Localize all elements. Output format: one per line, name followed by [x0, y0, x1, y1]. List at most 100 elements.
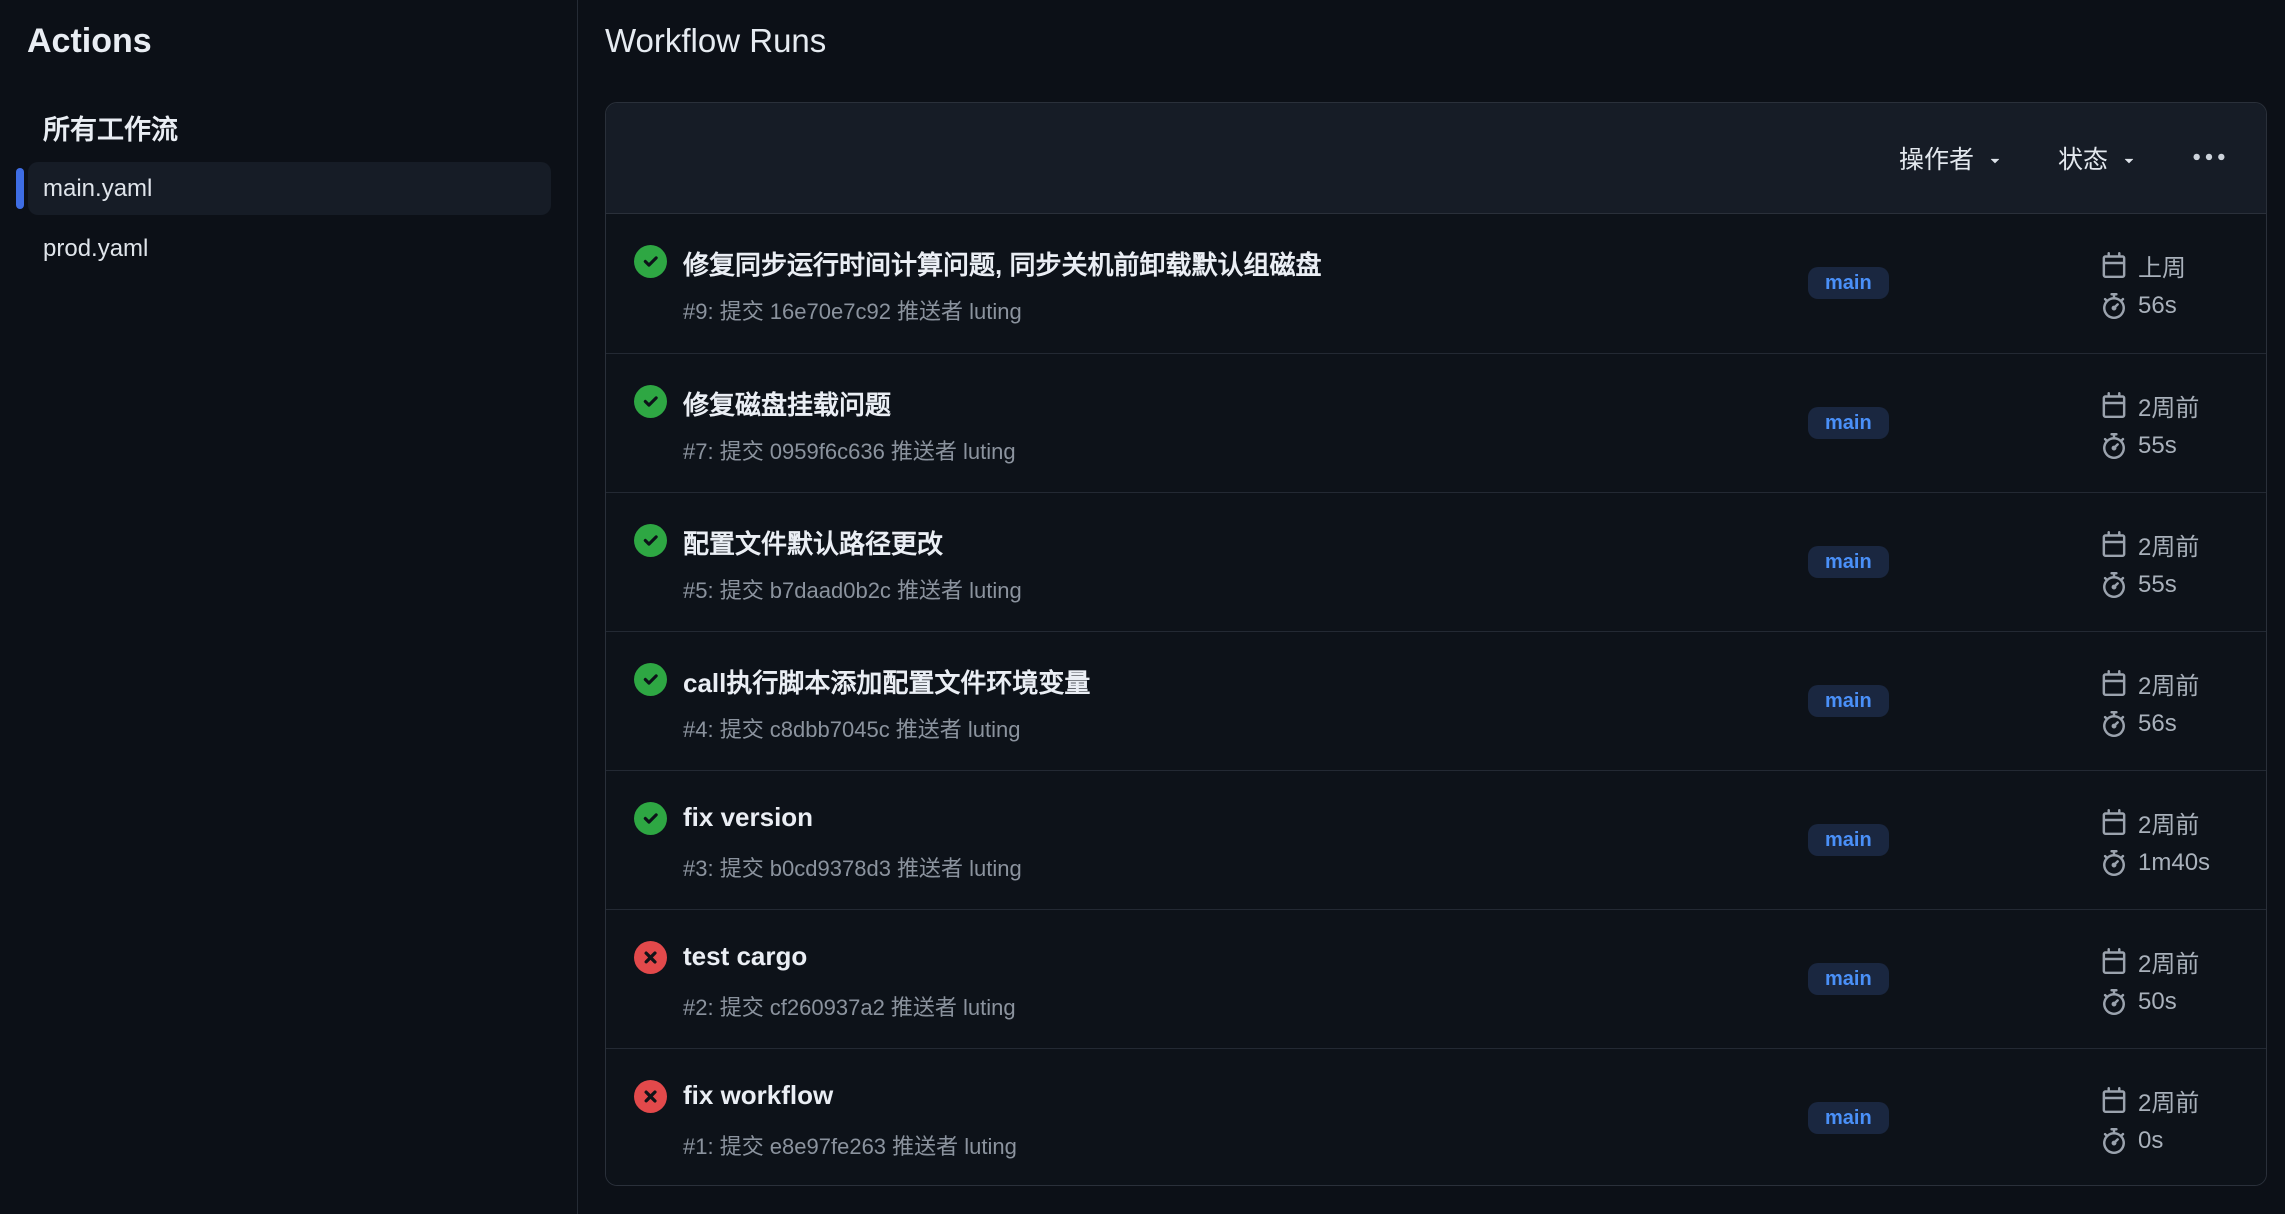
stopwatch-icon: [2101, 433, 2127, 459]
run-commit-info: #4: 提交 c8dbb7045c 推送者 luting: [683, 712, 1021, 744]
run-commit-info: #2: 提交 cf260937a2 推送者 luting: [683, 990, 1016, 1022]
run-date: 2周前: [2138, 944, 2199, 979]
run-duration-line: 50s: [2101, 988, 2199, 1016]
branch-badge[interactable]: main: [1808, 685, 1889, 717]
run-duration-line: 55s: [2101, 571, 2199, 599]
success-icon: [634, 245, 667, 278]
chevron-down-icon: [2120, 151, 2138, 169]
run-date: 2周前: [2138, 1083, 2199, 1118]
sidebar-item-label: main.yaml: [43, 175, 152, 203]
stopwatch-icon: [2101, 850, 2127, 876]
run-duration: 55s: [2138, 432, 2177, 460]
run-duration: 55s: [2138, 571, 2177, 599]
run-commit-info: #7: 提交 0959f6c636 推送者 luting: [683, 434, 1016, 466]
run-date: 2周前: [2138, 388, 2199, 423]
success-icon: [634, 385, 667, 418]
branch-badge[interactable]: main: [1808, 267, 1889, 299]
run-duration-line: 1m40s: [2101, 849, 2210, 877]
status-filter-label: 状态: [2058, 140, 2108, 176]
branch-badge[interactable]: main: [1808, 963, 1889, 995]
run-date-line: 2周前: [2101, 805, 2210, 840]
run-duration: 1m40s: [2138, 849, 2210, 877]
kebab-horizontal-icon: [2192, 141, 2226, 175]
run-duration: 50s: [2138, 988, 2177, 1016]
chevron-down-icon: [1986, 151, 2004, 169]
run-title[interactable]: 修复磁盘挂载问题: [683, 385, 891, 422]
calendar-icon: [2101, 948, 2127, 974]
sidebar-item-prod-yaml[interactable]: prod.yaml: [28, 222, 551, 275]
failure-icon: [634, 941, 667, 974]
workflow-run-row: fix version #3: 提交 b0cd9378d3 推送者 luting…: [606, 770, 2266, 909]
run-duration: 0s: [2138, 1127, 2163, 1155]
run-meta: 2周前 55s: [2101, 493, 2199, 632]
calendar-icon: [2101, 670, 2127, 696]
runs-list: 修复同步运行时间计算问题, 同步关机前卸载默认组磁盘 #9: 提交 16e70e…: [606, 214, 2266, 1186]
run-date: 上周: [2138, 248, 2186, 283]
stopwatch-icon: [2101, 989, 2127, 1015]
stopwatch-icon: [2101, 1128, 2127, 1154]
status-filter-dropdown[interactable]: 状态: [2058, 140, 2138, 176]
calendar-icon: [2101, 392, 2127, 418]
run-meta: 2周前 50s: [2101, 910, 2199, 1049]
workflow-runs-panel: 操作者 状态 修复同步运行时间计算问题, 同步关机前卸载默认组磁盘 #9: 提交…: [605, 102, 2267, 1186]
run-meta: 2周前 0s: [2101, 1049, 2199, 1186]
run-duration-line: 0s: [2101, 1127, 2199, 1155]
actions-sidebar: Actions 所有工作流 main.yaml prod.yaml: [0, 0, 578, 1214]
run-date: 2周前: [2138, 805, 2199, 840]
workflow-run-row: call执行脚本添加配置文件环境变量 #4: 提交 c8dbb7045c 推送者…: [606, 631, 2266, 770]
run-date: 2周前: [2138, 666, 2199, 701]
branch-badge[interactable]: main: [1808, 407, 1889, 439]
run-duration-line: 56s: [2101, 292, 2186, 320]
page-title: Workflow Runs: [605, 22, 826, 60]
calendar-icon: [2101, 1087, 2127, 1113]
calendar-icon: [2101, 252, 2127, 278]
run-title[interactable]: test cargo: [683, 941, 807, 972]
run-duration-line: 55s: [2101, 432, 2199, 460]
workflow-run-row: 配置文件默认路径更改 #5: 提交 b7daad0b2c 推送者 luting …: [606, 492, 2266, 631]
run-date: 2周前: [2138, 527, 2199, 562]
run-title[interactable]: 配置文件默认路径更改: [683, 524, 943, 561]
run-date-line: 2周前: [2101, 1083, 2199, 1118]
actor-filter-dropdown[interactable]: 操作者: [1899, 140, 2004, 176]
active-workflow-accent-bar: [16, 168, 24, 209]
run-title[interactable]: 修复同步运行时间计算问题, 同步关机前卸载默认组磁盘: [683, 245, 1321, 282]
run-date-line: 2周前: [2101, 527, 2199, 562]
workflow-run-row: fix workflow #1: 提交 e8e97fe263 推送者 lutin…: [606, 1048, 2266, 1186]
workflow-run-row: 修复磁盘挂载问题 #7: 提交 0959f6c636 推送者 luting ma…: [606, 353, 2266, 492]
stopwatch-icon: [2101, 711, 2127, 737]
actor-filter-label: 操作者: [1899, 140, 1974, 176]
run-meta: 2周前 1m40s: [2101, 771, 2210, 910]
workflow-run-row: 修复同步运行时间计算问题, 同步关机前卸载默认组磁盘 #9: 提交 16e70e…: [606, 214, 2266, 353]
calendar-icon: [2101, 809, 2127, 835]
run-date-line: 2周前: [2101, 388, 2199, 423]
branch-badge[interactable]: main: [1808, 546, 1889, 578]
success-icon: [634, 802, 667, 835]
failure-icon: [634, 1080, 667, 1113]
run-title[interactable]: call执行脚本添加配置文件环境变量: [683, 663, 1090, 700]
run-date-line: 2周前: [2101, 944, 2199, 979]
branch-badge[interactable]: main: [1808, 1102, 1889, 1134]
run-commit-info: #9: 提交 16e70e7c92 推送者 luting: [683, 294, 1022, 326]
sidebar-title: Actions: [27, 22, 152, 61]
branch-badge[interactable]: main: [1808, 824, 1889, 856]
run-duration-line: 56s: [2101, 710, 2199, 738]
run-commit-info: #3: 提交 b0cd9378d3 推送者 luting: [683, 851, 1022, 883]
success-icon: [634, 663, 667, 696]
run-title[interactable]: fix version: [683, 802, 813, 833]
run-duration: 56s: [2138, 710, 2177, 738]
run-meta: 2周前 56s: [2101, 632, 2199, 771]
stopwatch-icon: [2101, 572, 2127, 598]
workflow-run-row: test cargo #2: 提交 cf260937a2 推送者 luting …: [606, 909, 2266, 1048]
calendar-icon: [2101, 531, 2127, 557]
more-options-button[interactable]: [2192, 141, 2226, 175]
run-duration: 56s: [2138, 292, 2177, 320]
stopwatch-icon: [2101, 293, 2127, 319]
run-date-line: 上周: [2101, 248, 2186, 283]
run-meta: 2周前 55s: [2101, 354, 2199, 493]
run-title[interactable]: fix workflow: [683, 1080, 833, 1111]
run-commit-info: #5: 提交 b7daad0b2c 推送者 luting: [683, 573, 1022, 605]
run-date-line: 2周前: [2101, 666, 2199, 701]
sidebar-item-main-yaml[interactable]: main.yaml: [28, 162, 551, 215]
runs-list-header: 操作者 状态: [606, 103, 2266, 214]
run-commit-info: #1: 提交 e8e97fe263 推送者 luting: [683, 1129, 1017, 1161]
